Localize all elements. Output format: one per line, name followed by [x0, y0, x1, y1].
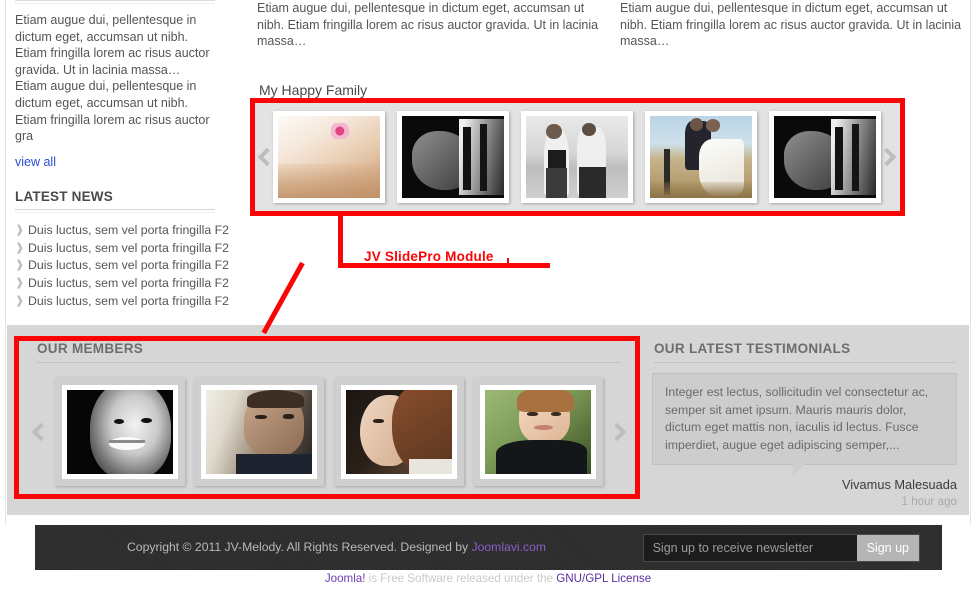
member-laughing-woman: [67, 390, 173, 474]
slidepro-next-arrow-icon[interactable]: [881, 145, 897, 169]
member-man-portrait: [206, 390, 313, 474]
latest-news-title: LATEST NEWS: [15, 188, 113, 204]
our-members-rule: [37, 362, 621, 363]
testimonials-module: OUR LATEST TESTIMONIALS Integer est lect…: [652, 337, 957, 508]
members-prev-arrow-icon[interactable]: [31, 420, 47, 444]
members-next-arrow-icon[interactable]: [611, 420, 627, 444]
baby-sleeping-photo: [278, 116, 380, 198]
members-carousel-track: [33, 373, 625, 491]
hands-closeup-photo-2: [774, 116, 876, 198]
designer-link[interactable]: Joomlavi.com: [472, 540, 547, 554]
list-item[interactable]: ❱ Duis luctus, sem vel porta fringilla F2: [15, 293, 229, 311]
gpl-text: is Free Software released under the: [365, 572, 557, 585]
slidepro-slide[interactable]: [273, 111, 385, 203]
member-card[interactable]: [333, 378, 464, 486]
news-item-label: Duis luctus, sem vel porta fringilla F2: [28, 222, 229, 237]
testimonial-quote: Integer est lectus, sollicitudin vel con…: [652, 373, 957, 475]
member-woman-profile: [345, 390, 452, 474]
bottom-modules-band: OUR MEMBERS OUR LATEST TESTIMONIALS Inte…: [7, 325, 969, 515]
list-item[interactable]: ❱ Duis luctus, sem vel porta fringilla F2: [15, 240, 229, 258]
slidepro-slide[interactable]: [769, 111, 881, 203]
annotation-connector-vertical: [338, 216, 343, 263]
annotation-connector-tick: [507, 258, 509, 264]
wedding-couple-photo: [650, 116, 752, 198]
testimonial-timestamp: 1 hour ago: [901, 495, 957, 508]
our-members-title: OUR MEMBERS: [37, 341, 144, 356]
left-column-intro-text: Etiam augue dui, pellentesque in dictum …: [15, 13, 210, 144]
couple-on-beach-photo: [526, 116, 628, 198]
page-right-edge: [970, 0, 976, 525]
left-column-top-divider: [15, 0, 215, 4]
news-item-label: Duis luctus, sem vel porta fringilla F2: [28, 240, 229, 255]
testimonial-author: Vivamus Malesuada: [842, 477, 957, 492]
hands-closeup-photo: [402, 116, 504, 198]
slidepro-slide[interactable]: [645, 111, 757, 203]
slidepro-slide[interactable]: [521, 111, 633, 203]
chevron-right-icon: ❱: [15, 241, 25, 254]
list-item[interactable]: ❱ Duis luctus, sem vel porta fringilla F2: [15, 275, 229, 293]
testimonials-rule: [654, 362, 955, 363]
annotation-label-slidepro: JV SlidePro Module: [364, 249, 494, 264]
member-card[interactable]: [194, 378, 325, 486]
site-footer: Copyright © 2011 JV-Melody. All Rights R…: [35, 525, 942, 570]
slidepro-prev-arrow-icon[interactable]: [257, 145, 273, 169]
middle-column-intro-text: Etiam augue dui, pellentesque in dictum …: [257, 1, 599, 49]
latest-news-rule: [15, 208, 215, 213]
news-item-label: Duis luctus, sem vel porta fringilla F2: [28, 276, 229, 291]
joomla-link[interactable]: Joomla!: [325, 572, 366, 585]
member-card[interactable]: [55, 378, 185, 486]
newsletter-signup-form: Sign up: [642, 534, 920, 562]
middle-column: Etiam augue dui, pellentesque in dictum …: [257, 0, 609, 107]
news-item-label: Duis luctus, sem vel porta fringilla F2: [28, 293, 229, 308]
copyright-text: Copyright © 2011 JV-Melody. All Rights R…: [127, 540, 546, 554]
left-column: Etiam augue dui, pellentesque in dictum …: [15, 0, 229, 311]
newsletter-signup-button[interactable]: Sign up: [856, 535, 919, 561]
slidepro-slide[interactable]: [397, 111, 509, 203]
chevron-right-icon: ❱: [15, 259, 25, 272]
member-card[interactable]: [472, 378, 603, 486]
copyright-label: Copyright © 2011 JV-Melody. All Rights R…: [127, 540, 472, 554]
testimonials-title: OUR LATEST TESTIMONIALS: [654, 341, 851, 356]
gpl-notice: Joomla! is Free Software released under …: [0, 572, 976, 592]
list-item[interactable]: ❱ Duis luctus, sem vel porta fringilla F2: [15, 222, 229, 240]
news-item-label: Duis luctus, sem vel porta fringilla F2: [28, 258, 229, 273]
chevron-right-icon: ❱: [15, 277, 25, 290]
list-item[interactable]: ❱ Duis luctus, sem vel porta fringilla F2: [15, 257, 229, 275]
right-column: Etiam augue dui, pellentesque in dictum …: [620, 0, 970, 50]
latest-news-list: ❱ Duis luctus, sem vel porta fringilla F2…: [15, 222, 229, 311]
newsletter-email-input[interactable]: [643, 535, 857, 561]
right-column-intro-text: Etiam augue dui, pellentesque in dictum …: [620, 1, 962, 49]
chevron-right-icon: ❱: [15, 294, 25, 307]
member-smiling-woman: [484, 390, 591, 474]
my-happy-family-heading: My Happy Family: [259, 81, 368, 98]
page-left-edge: [0, 0, 6, 525]
slidepro-track: [273, 109, 881, 205]
our-members-module: OUR MEMBERS: [19, 337, 639, 499]
jv-slidepro-module[interactable]: [252, 100, 902, 214]
view-all-link[interactable]: view all: [15, 155, 56, 169]
gpl-license-link[interactable]: GNU/GPL License: [556, 572, 651, 585]
chevron-right-icon: ❱: [15, 223, 25, 236]
page-root: Etiam augue dui, pellentesque in dictum …: [0, 0, 976, 592]
